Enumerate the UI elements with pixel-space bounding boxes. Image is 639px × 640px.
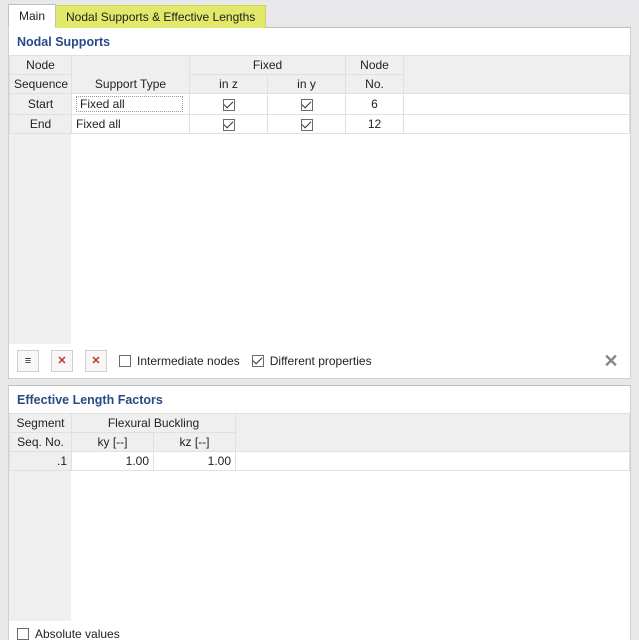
close-icon: ✕: [603, 351, 618, 372]
ns-inz-cell[interactable]: [190, 115, 268, 134]
el-empty-cell: [236, 452, 630, 471]
different-label: Different properties: [270, 354, 372, 368]
el-header-seg2: Seq. No.: [10, 433, 72, 452]
el-header-flex: Flexural Buckling: [72, 414, 236, 433]
ns-header-seq1: Node: [10, 56, 72, 75]
ns-body: Start Fixed all 6 End Fixed all 12: [10, 94, 630, 134]
ns-node-cell[interactable]: 12: [346, 115, 404, 134]
ns-empty-cell: [404, 115, 630, 134]
ns-type-cell[interactable]: Fixed all: [72, 94, 190, 115]
ns-header-seq2: Sequence: [10, 75, 72, 94]
nodal-supports-table: Node Support Type Fixed Node Sequence in…: [9, 55, 630, 134]
ns-header-type: Support Type: [72, 56, 190, 94]
checkbox-intermediate[interactable]: [119, 355, 131, 367]
remove-row2-button[interactable]: ✕: [85, 350, 107, 372]
ns-header-inz: in z: [190, 75, 268, 94]
tab-main[interactable]: Main: [8, 4, 56, 28]
el-body: .1 1.00 1.00: [10, 452, 630, 471]
checkbox-absolute[interactable]: [17, 628, 29, 640]
ns-header-rest: [404, 56, 630, 94]
ns-node-cell[interactable]: 6: [346, 94, 404, 115]
tab-strip: Main Nodal Supports & Effective Lengths: [0, 0, 639, 28]
delete-icon: ✕: [57, 356, 66, 367]
tab-nodal-label: Nodal Supports & Effective Lengths: [66, 10, 255, 24]
el-header-rest: [236, 414, 630, 452]
nodal-supports-title: Nodal Supports: [9, 28, 630, 55]
ns-header-node1: Node: [346, 56, 404, 75]
different-properties-option[interactable]: Different properties: [252, 354, 372, 368]
ns-inz-cell[interactable]: [190, 94, 268, 115]
ns-header-fixed: Fixed: [190, 56, 346, 75]
checkbox-inz[interactable]: [223, 99, 235, 111]
ns-empty-cell: [404, 94, 630, 115]
checkbox-different[interactable]: [252, 355, 264, 367]
effective-length-panel: Effective Length Factors Segment Flexura…: [8, 385, 631, 640]
checkbox-iny[interactable]: [301, 99, 313, 111]
nodal-supports-panel: Nodal Supports Node Support Type Fixed N…: [8, 27, 631, 379]
support-type-dropdown[interactable]: Fixed all: [76, 96, 183, 112]
el-header-seg1: Segment: [10, 414, 72, 433]
el-empty-area: [9, 471, 630, 621]
ns-type-cell[interactable]: Fixed all: [72, 115, 190, 134]
el-header-kz: kz [--]: [154, 433, 236, 452]
intermediate-label: Intermediate nodes: [137, 354, 240, 368]
checkbox-inz[interactable]: [223, 119, 235, 131]
effective-length-title: Effective Length Factors: [9, 386, 630, 413]
el-seg-cell: .1: [10, 452, 72, 471]
ns-seq-cell: End: [10, 115, 72, 134]
el-kz-cell[interactable]: 1.00: [154, 452, 236, 471]
clear-button[interactable]: ✕: [600, 350, 622, 372]
delete-icon: ✕: [91, 356, 100, 367]
ns-seq-cell: Start: [10, 94, 72, 115]
el-ky-cell[interactable]: 1.00: [72, 452, 154, 471]
table-row: Start Fixed all 6: [10, 94, 630, 115]
tab-main-label: Main: [19, 9, 45, 23]
tab-nodal-supports[interactable]: Nodal Supports & Effective Lengths: [55, 5, 266, 28]
set-input-button[interactable]: ≡: [17, 350, 39, 372]
ns-empty-area: [9, 134, 630, 344]
absolute-label: Absolute values: [35, 627, 120, 640]
absolute-values-option[interactable]: Absolute values: [17, 627, 120, 640]
el-header-ky: ky [--]: [72, 433, 154, 452]
effective-length-table: Segment Flexural Buckling Seq. No. ky [-…: [9, 413, 630, 471]
ns-header-iny: in y: [268, 75, 346, 94]
remove-row-button[interactable]: ✕: [51, 350, 73, 372]
ns-iny-cell[interactable]: [268, 94, 346, 115]
table-row: End Fixed all 12: [10, 115, 630, 134]
list-icon: ≡: [25, 356, 31, 367]
ns-iny-cell[interactable]: [268, 115, 346, 134]
ns-header-node2: No.: [346, 75, 404, 94]
ns-toolbar: ≡ ✕ ✕ Intermediate nodes Different prope…: [9, 344, 630, 378]
table-row: .1 1.00 1.00: [10, 452, 630, 471]
intermediate-nodes-option[interactable]: Intermediate nodes: [119, 354, 240, 368]
checkbox-iny[interactable]: [301, 119, 313, 131]
